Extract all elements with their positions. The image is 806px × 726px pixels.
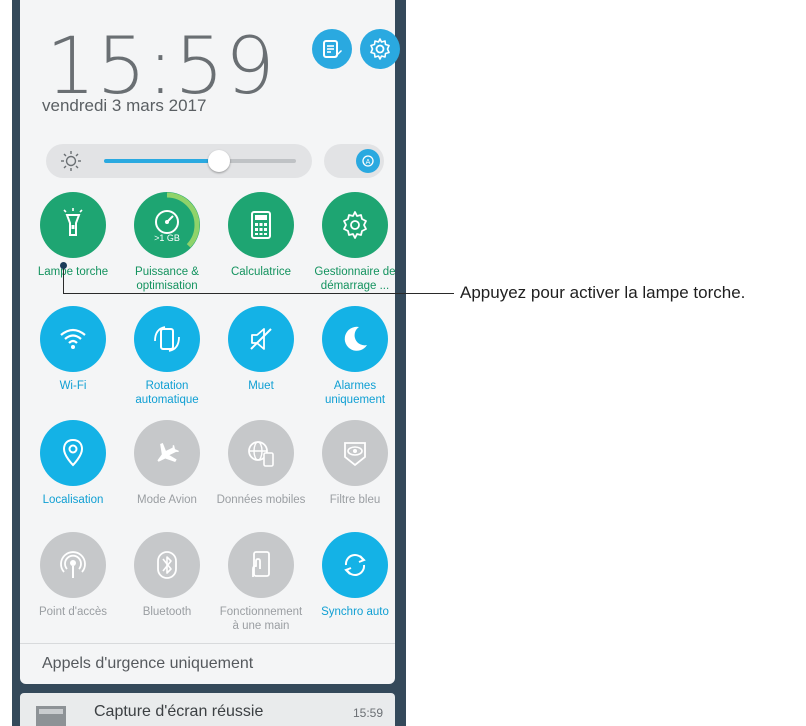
sun-icon [61,151,81,171]
tile-label: Point d'accès [38,606,108,618]
tile-label: Lampe torche [37,266,109,278]
tile-button[interactable] [40,192,106,258]
callout-text: Appuyez pour activer la lampe torche. [460,283,746,302]
sync-icon [344,554,366,576]
tile-button[interactable] [40,532,106,598]
tile-label: Mode Avion [137,494,197,506]
location-pin-icon [62,438,84,467]
tile-button[interactable] [228,420,294,486]
tile-button[interactable] [322,192,388,258]
tile-button[interactable] [134,532,200,598]
tile-button[interactable]: >1 GB [134,192,200,258]
tile-label: Calculatrice [230,266,292,278]
callout-leader-line [64,293,454,294]
tile-label: Rotation automatique [135,380,199,406]
rotation-icon [154,326,180,352]
emergency-calls-label: Appels d'urgence uniquement [42,655,254,672]
tile-button[interactable] [134,420,200,486]
tile-wifi[interactable]: Wi-Fi [28,306,118,407]
tile-startup-gear[interactable]: Gestionnaire de démarrage ... [310,192,400,293]
tile-label: Muet [248,380,274,392]
tile-hotspot[interactable]: Point d'accès [28,532,118,633]
hotspot-icon [60,551,86,578]
tile-label: Fonctionnement à une main [219,606,303,632]
settings-button[interactable] [360,29,400,69]
tile-label: Wi-Fi [59,380,87,392]
notification-card[interactable]: Capture d'écran réussie 15:59 [20,693,395,726]
tile-label: Filtre bleu [329,494,381,506]
startup-gear-icon [343,211,367,239]
tile-calculator[interactable]: Calculatrice [216,192,306,293]
tile-button[interactable] [228,532,294,598]
tile-button[interactable] [40,420,106,486]
edit-button[interactable] [312,29,352,69]
moon-icon [344,326,367,351]
brightness-slider[interactable] [46,144,312,178]
bluetooth-icon [157,551,177,579]
svg-text:A: A [366,159,371,166]
tile-mobile-data[interactable]: Données mobiles [216,420,306,521]
brightness-track [219,159,296,163]
tile-one-hand[interactable]: Fonctionnement à une main [216,532,306,633]
tile-rotation[interactable]: Rotation automatique [122,306,212,407]
tile-button[interactable] [322,306,388,372]
tile-button[interactable] [228,306,294,372]
tile-bluetooth[interactable]: Bluetooth [122,532,212,633]
tile-button[interactable] [228,192,294,258]
notification-time: 15:59 [352,706,383,720]
tile-moon[interactable]: Alarmes uniquement [310,306,400,407]
tile-label: Données mobiles [216,494,306,506]
gear-icon [370,38,390,60]
storage-badge: >1 GB [154,233,180,243]
tile-label: Localisation [42,494,104,506]
tile-label: Puissance & optimisation [135,266,199,292]
quick-settings-panel: 15:59 vendredi 3 mars 2017 A Lampe torch… [20,0,400,684]
tile-location-pin[interactable]: Localisation [28,420,118,521]
tile-mute[interactable]: Muet [216,306,306,407]
tile-sync[interactable]: Synchro auto [310,532,400,633]
callout-leader-vertical [63,266,64,294]
edit-note-icon [323,40,342,58]
tile-button[interactable] [134,306,200,372]
eye-filter-icon [344,442,366,467]
tile-label: Bluetooth [142,606,192,618]
one-hand-icon [252,551,270,577]
tile-button[interactable] [322,532,388,598]
brightness-knob[interactable] [208,150,230,172]
tile-airplane[interactable]: Mode Avion [122,420,212,521]
date-label: vendredi 3 mars 2017 [42,96,207,115]
auto-brightness-toggle[interactable]: A [324,144,384,178]
screenshot-icon [36,706,66,726]
tile-eye-filter[interactable]: Filtre bleu [310,420,400,521]
tile-button[interactable] [40,306,106,372]
tile-label: Gestionnaire de démarrage ... [314,266,396,292]
tile-label: Synchro auto [321,606,389,618]
tile-label: Alarmes uniquement [324,380,386,406]
tile-button[interactable] [322,420,388,486]
mobile-data-icon [248,441,274,467]
airplane-icon [157,442,179,462]
auto-brightness-icon: A [356,149,380,173]
phone-screen: 15:59 vendredi 3 mars 2017 A Lampe torch… [12,0,406,726]
brightness-fill [104,159,209,163]
callout-dot [60,262,67,269]
calculator-icon [251,211,271,239]
tile-speedometer[interactable]: >1 GB Puissance & optimisation [122,192,212,293]
divider [20,643,395,644]
tile-flashlight[interactable]: Lampe torche [28,192,118,293]
notification-title: Capture d'écran réussie [94,703,264,720]
flashlight-icon [63,208,83,236]
mute-icon [250,328,272,350]
wifi-icon [60,328,86,349]
